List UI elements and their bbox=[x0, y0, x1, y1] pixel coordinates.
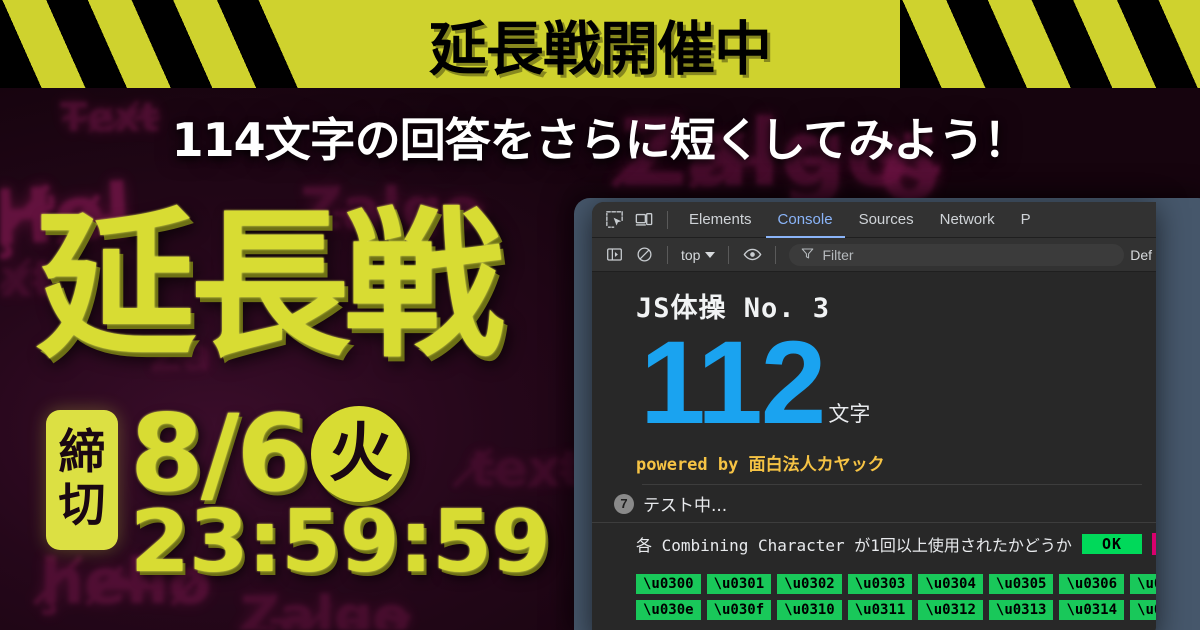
chip: \u030e bbox=[636, 600, 701, 621]
chip: \u030f bbox=[706, 600, 772, 621]
chip: \u0310 bbox=[777, 600, 842, 621]
subtitle-text: 114文字の回答をさらに短くしてみよう！ bbox=[171, 113, 1030, 167]
character-count-unit: 文字 bbox=[828, 402, 871, 427]
toolbar-divider bbox=[775, 245, 777, 264]
character-count-value: 112 bbox=[640, 317, 826, 449]
chip: \u0315 bbox=[1130, 600, 1156, 621]
tab-performance[interactable]: P bbox=[1009, 202, 1043, 238]
chip: \u0305 bbox=[988, 574, 1054, 595]
tab-console[interactable]: Console bbox=[766, 202, 845, 238]
chip: \u0314 bbox=[1059, 600, 1125, 621]
chip: \u0302 bbox=[777, 574, 842, 595]
context-selector-label: top bbox=[681, 246, 701, 263]
caution-banner: 延長戦開催中 bbox=[0, 0, 1200, 88]
inspect-element-icon[interactable] bbox=[600, 206, 628, 234]
headline-text: 延長戦 bbox=[36, 192, 504, 379]
log-levels-selector[interactable]: Def bbox=[1130, 247, 1156, 263]
chip: \u0311 bbox=[847, 600, 913, 621]
chip: \u0303 bbox=[847, 574, 913, 595]
live-expression-icon[interactable] bbox=[738, 241, 766, 269]
devtools-panel: Elements Console Sources Network P top F… bbox=[592, 202, 1156, 630]
clear-console-icon[interactable] bbox=[630, 241, 658, 269]
tab-elements[interactable]: Elements bbox=[677, 202, 764, 238]
tab-network[interactable]: Network bbox=[928, 202, 1007, 238]
chip-row-1: \u0300 \u0301 \u0302 \u0303 \u0304 \u030… bbox=[636, 574, 1156, 595]
chip: \u0313 bbox=[988, 600, 1054, 621]
character-count-row: 112 文字 bbox=[592, 317, 1156, 449]
poster-root: Ḩ̸̛e̷l̶ T̴e̷x̸t̴ Z̸a̶l̷g̵o̴ Z̸a̷l̶g̵o̴ ǫ… bbox=[0, 0, 1200, 630]
status-badge-secondary bbox=[1152, 533, 1156, 556]
deadline-badge-char1: 締 bbox=[58, 425, 106, 481]
deadline-date: 8/6 bbox=[130, 392, 310, 515]
console-filter-placeholder: Filter bbox=[822, 246, 854, 263]
group-count-badge: 7 bbox=[614, 493, 634, 514]
chip: \u0312 bbox=[918, 600, 983, 621]
toolbar-divider bbox=[667, 210, 668, 229]
filter-funnel-icon bbox=[801, 247, 814, 263]
chevron-down-icon bbox=[705, 251, 716, 258]
deadline-text-group: 8/6 火 23:59:59 bbox=[130, 392, 551, 592]
console-sidebar-icon[interactable] bbox=[600, 241, 628, 269]
deadline-badge-char2: 切 bbox=[58, 478, 106, 533]
chip-row-2: \u030e \u030f \u0310 \u0311 \u0312 \u031… bbox=[636, 600, 1156, 621]
chip: \u0304 bbox=[918, 574, 983, 595]
console-output: JS体操 No. 3 112 文字 powered by 面白法人カヤック 7 … bbox=[592, 272, 1156, 630]
devtools-tabbar: Elements Console Sources Network P bbox=[592, 202, 1156, 238]
combining-character-chips: \u0300 \u0301 \u0302 \u0303 \u0304 \u030… bbox=[592, 562, 1156, 621]
console-filter-input[interactable]: Filter bbox=[789, 243, 1125, 266]
deadline-time: 23:59:59 bbox=[130, 491, 551, 592]
devtools-console-toolbar: top Filter Def bbox=[592, 238, 1156, 272]
chip: \u0306 bbox=[1059, 574, 1125, 595]
chip: \u0301 bbox=[706, 574, 772, 595]
console-group-row[interactable]: 7 テスト中... bbox=[592, 485, 1156, 524]
deadline-badge: 締 切 bbox=[46, 410, 118, 550]
assertion-text: 各 Combining Character が1回以上使用されたかどうか bbox=[636, 536, 1072, 556]
device-toolbar-icon[interactable] bbox=[630, 206, 658, 234]
deadline-weekday: 火 bbox=[311, 406, 408, 503]
chip: \u0300 bbox=[636, 574, 701, 595]
banner-title: 延長戦開催中 bbox=[428, 15, 772, 83]
tab-sources[interactable]: Sources bbox=[847, 202, 926, 238]
deadline-date-line: 8/6 火 bbox=[130, 392, 550, 515]
deadline-block: 締 切 8/6 火 23:59:59 bbox=[46, 392, 551, 592]
toolbar-divider bbox=[667, 245, 668, 264]
chip: \u0307 bbox=[1130, 574, 1156, 595]
assertion-row: 各 Combining Character が1回以上使用されたかどうか OK bbox=[592, 523, 1156, 562]
context-selector[interactable]: top bbox=[677, 247, 719, 263]
status-badge-ok: OK bbox=[1081, 534, 1142, 555]
toolbar-divider bbox=[728, 245, 730, 264]
group-label: テスト中... bbox=[643, 496, 728, 517]
